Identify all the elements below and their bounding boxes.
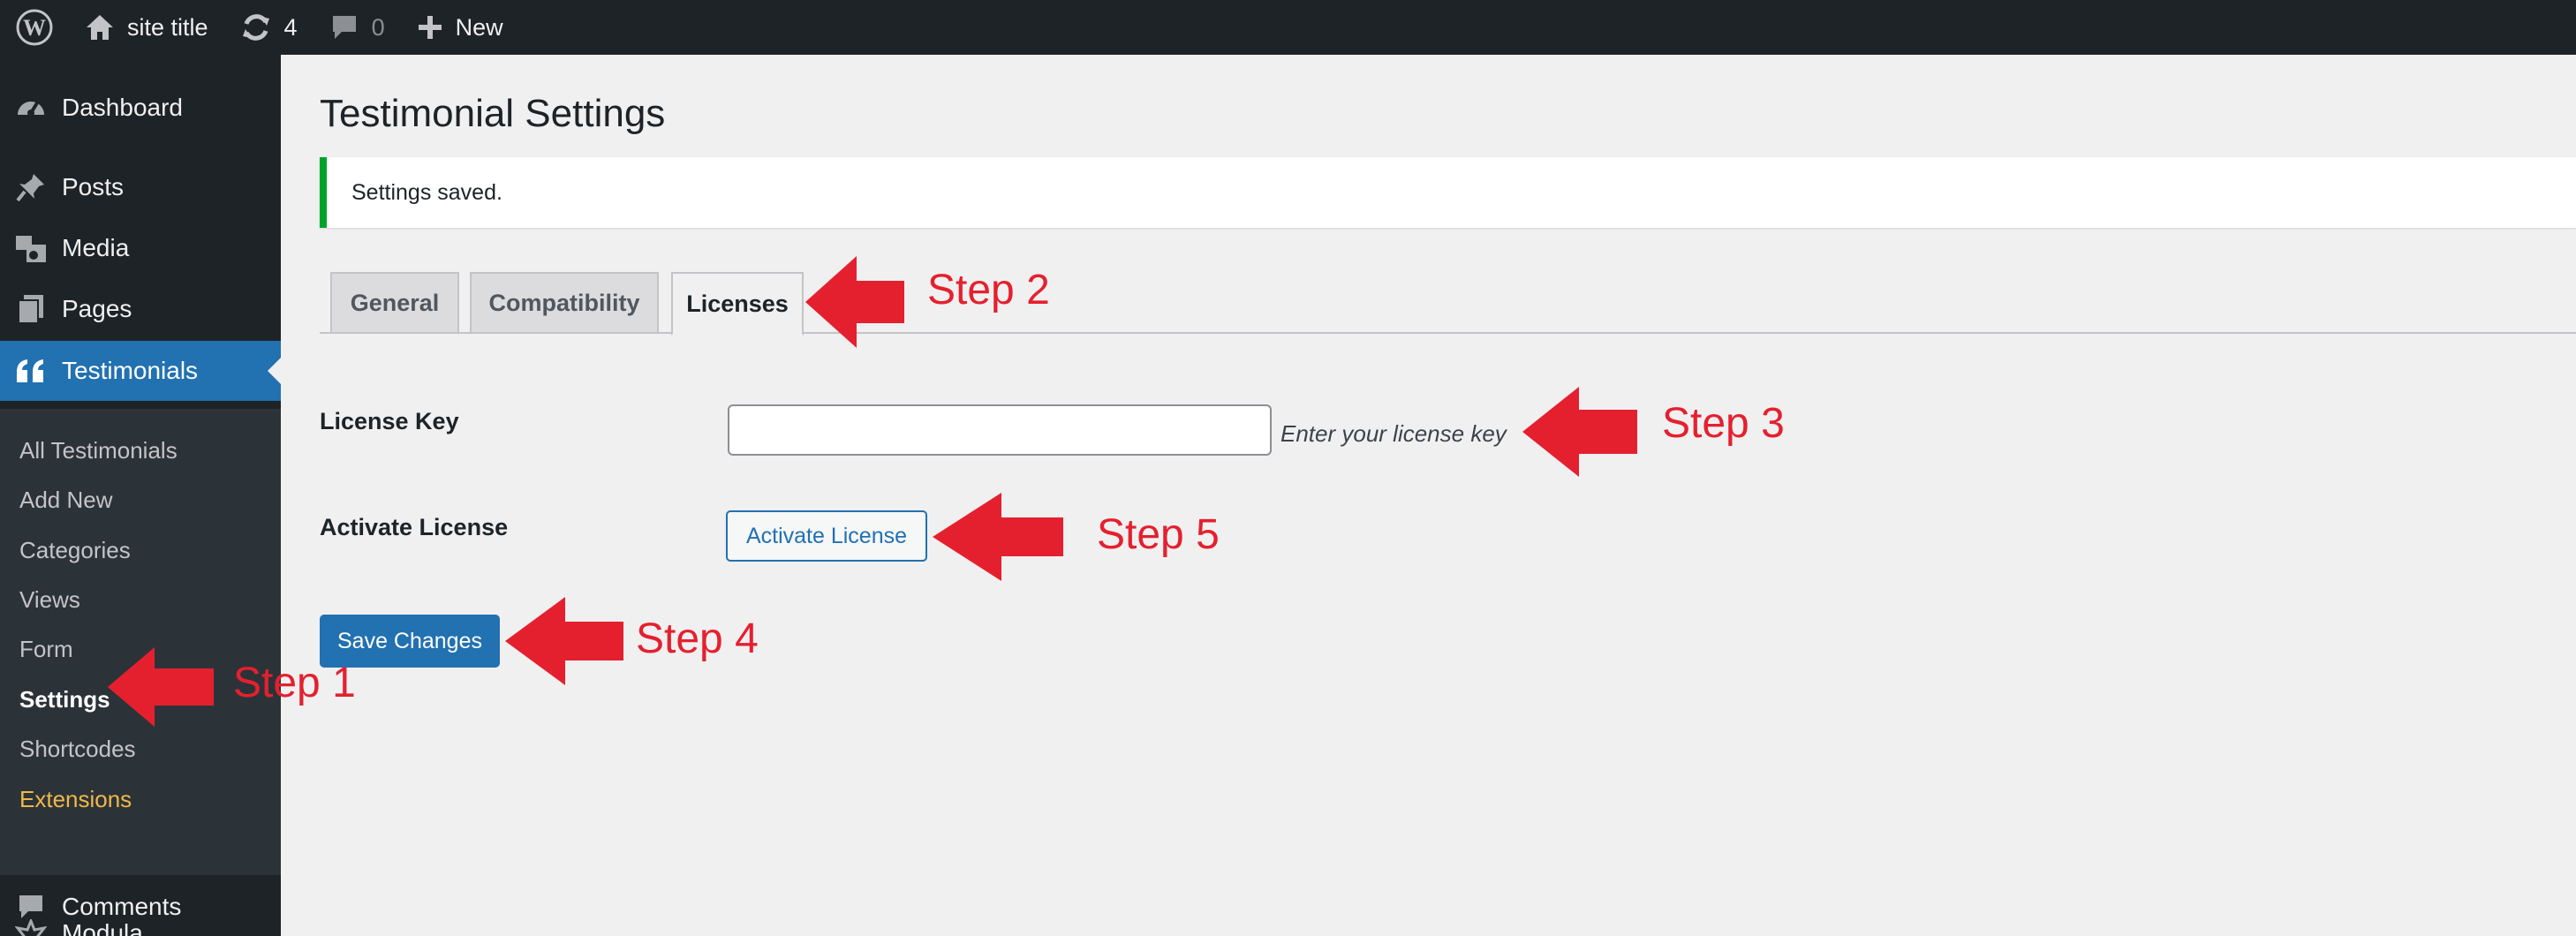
menu-posts[interactable]: Posts [0, 161, 281, 214]
plus-icon [418, 16, 442, 39]
step2-label: Step 2 [927, 267, 1050, 313]
dashboard-icon [0, 92, 62, 124]
admin-bar: W site title 4 0 New [0, 0, 2576, 55]
step5-label: Step 5 [1097, 511, 1220, 558]
submenu-views[interactable]: Views [19, 586, 80, 614]
page-title: Testimonial Settings [320, 92, 666, 135]
comments-count: 0 [371, 13, 385, 41]
menu-pages[interactable]: Pages [0, 283, 281, 336]
tab-general[interactable]: General [330, 272, 459, 334]
step3-arrow-icon [1522, 387, 1637, 477]
menu-testimonials[interactable]: Testimonials [0, 341, 281, 401]
updates-link[interactable]: 4 [224, 0, 314, 55]
submenu-all-testimonials[interactable]: All Testimonials [19, 437, 178, 464]
step2-arrow-icon [805, 256, 904, 348]
site-title-link[interactable]: site title [69, 0, 224, 55]
submenu-extensions[interactable]: Extensions [19, 786, 132, 813]
license-key-input[interactable] [728, 404, 1272, 456]
menu-media-label: Media [62, 234, 130, 261]
step4-arrow-icon [505, 597, 623, 685]
wordpress-logo-button[interactable]: W [0, 0, 69, 55]
media-icon [0, 232, 62, 264]
menu-modula[interactable]: Modula [0, 914, 281, 936]
update-icon [242, 14, 269, 41]
svg-text:W: W [23, 15, 46, 41]
pin-icon [0, 172, 62, 202]
wordpress-icon: W [16, 9, 53, 46]
step1-arrow-icon [108, 647, 214, 727]
step5-arrow-icon [933, 493, 1063, 581]
admin-sidebar: Dashboard Posts Media Pages Testimonials… [0, 55, 281, 936]
menu-pages-label: Pages [62, 295, 132, 322]
menu-media[interactable]: Media [0, 222, 281, 275]
menu-dashboard[interactable]: Dashboard [0, 81, 281, 134]
step1-label: Step 1 [233, 660, 356, 706]
activate-license-button[interactable]: Activate License [726, 510, 927, 562]
tab-licenses[interactable]: Licenses [671, 272, 804, 336]
submenu-categories[interactable]: Categories [19, 537, 131, 564]
submenu-add-new[interactable]: Add New [19, 487, 113, 514]
submenu-settings[interactable]: Settings [19, 686, 110, 713]
license-key-label: License Key [320, 408, 459, 434]
testimonials-submenu: All Testimonials Add New Categories View… [0, 409, 281, 875]
new-content-link[interactable]: New [401, 0, 519, 55]
menu-testimonials-label: Testimonials [62, 357, 199, 384]
modula-icon [0, 919, 62, 936]
menu-dashboard-label: Dashboard [62, 94, 183, 121]
settings-saved-notice: Settings saved. [320, 157, 2576, 228]
home-icon [87, 15, 113, 40]
new-label: New [455, 13, 503, 41]
notice-text: Settings saved. [351, 179, 502, 205]
menu-modula-label: Modula [62, 919, 143, 936]
activate-license-label: Activate License [320, 514, 509, 540]
tab-compatibility[interactable]: Compatibility [470, 272, 659, 334]
submenu-shortcodes[interactable]: Shortcodes [19, 736, 136, 763]
comments-link[interactable]: 0 [314, 0, 401, 55]
step3-label: Step 3 [1662, 400, 1785, 447]
pages-icon [0, 293, 62, 325]
quote-icon [0, 358, 62, 384]
updates-count: 4 [283, 13, 298, 41]
license-key-description: Enter your license key [1280, 420, 1507, 447]
menu-posts-label: Posts [62, 173, 125, 200]
site-title: site title [127, 13, 208, 41]
comment-icon [332, 16, 356, 39]
step4-label: Step 4 [636, 615, 759, 662]
submenu-form[interactable]: Form [19, 636, 73, 663]
